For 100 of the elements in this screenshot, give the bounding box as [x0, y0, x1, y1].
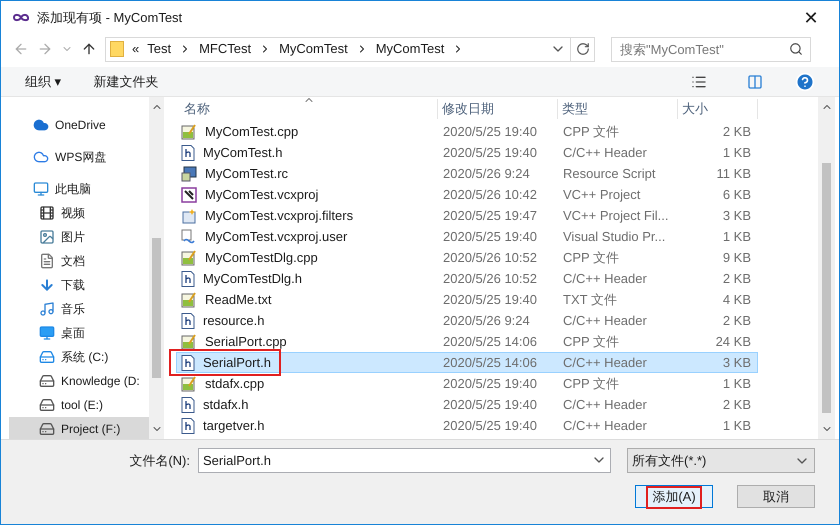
scrollbar-thumb[interactable] — [152, 238, 161, 378]
file-date: 2020/5/26 10:52 — [442, 270, 538, 288]
file-row[interactable]: SerialPort.cpp 2020/5/25 14:06 CPP 文件 24 KB — [176, 331, 758, 352]
file-date: 2020/5/25 14:06 — [442, 332, 538, 351]
file-name: MyComTest.vcxproj — [205, 186, 318, 204]
file-row[interactable]: MyComTest.vcxproj.user 2020/5/25 19:40 Visual Studio Pr... 1 KB — [176, 226, 758, 247]
drive-icon — [39, 373, 55, 389]
notepad-file-icon — [181, 250, 197, 266]
preview-pane-icon[interactable] — [747, 74, 763, 90]
project-file-icon — [181, 186, 197, 202]
file-date: 2020/5/25 19:40 — [442, 374, 538, 393]
filename-field[interactable]: SerialPort.h — [198, 448, 611, 473]
file-size: 3 KB — [722, 206, 751, 225]
column-header[interactable]: 大小 — [678, 99, 758, 119]
help-icon[interactable] — [795, 72, 815, 92]
nav-item[interactable]: WPS网盘 — [9, 145, 149, 169]
file-size: 6 KB — [722, 186, 751, 204]
address-bar[interactable]: « Test MFCTest MyComTest MyComTest — [105, 36, 595, 62]
search-icon — [789, 42, 803, 56]
search-field[interactable]: 搜索"MyComTest" — [611, 36, 811, 62]
file-row[interactable]: MyComTest.h 2020/5/25 19:40 C/C++ Header 1 KB — [176, 142, 758, 163]
file-date: 2020/5/25 19:40 — [442, 290, 538, 309]
file-row[interactable]: MyComTest.rc 2020/5/26 9:24 Resource Script 11 KB — [176, 163, 758, 184]
list-scrollbar[interactable] — [818, 97, 835, 439]
file-size: 2 KB — [722, 312, 751, 330]
filename-label: 文件名(N): — [129, 452, 190, 470]
dialog-button[interactable]: 添加(A) — [635, 485, 713, 508]
file-type: CPP 文件 — [562, 332, 620, 351]
organize-menu[interactable]: 组织 ▾ — [25, 72, 62, 92]
file-type: VC++ Project — [562, 186, 642, 204]
header-file-icon — [181, 354, 195, 370]
header-file-icon — [181, 418, 195, 434]
column-header[interactable]: 类型 — [558, 99, 678, 119]
nav-scrollbar[interactable] — [149, 97, 164, 439]
user-file-icon — [181, 228, 197, 244]
file-type-select[interactable]: 所有文件(*.*) — [627, 448, 815, 473]
image-icon — [39, 229, 55, 245]
cloud-icon — [33, 149, 49, 165]
file-row[interactable]: ReadMe.txt 2020/5/25 19:40 TXT 文件 4 KB — [176, 289, 758, 310]
notepad-file-icon — [181, 376, 197, 392]
nav-item[interactable]: 桌面 — [9, 321, 149, 345]
close-button[interactable]: ✕ — [795, 4, 827, 32]
file-date: 2020/5/25 19:40 — [442, 228, 538, 246]
dialog-button[interactable]: 取消 — [737, 485, 815, 508]
nav-item[interactable]: Project (F:) — [9, 417, 149, 439]
file-row[interactable]: MyComTest.vcxproj.filters 2020/5/25 19:47 VC++ Project Fil... 3 KB — [176, 205, 758, 226]
refresh-icon — [576, 42, 590, 56]
file-date: 2020/5/25 14:06 — [442, 354, 538, 372]
nav-item[interactable]: 图片 — [9, 225, 149, 249]
column-header[interactable]: 修改日期 — [438, 99, 558, 119]
breadcrumb[interactable]: Test — [147, 39, 172, 59]
file-row[interactable]: MyComTest.vcxproj 2020/5/26 10:42 VC++ Project 6 KB — [176, 184, 758, 205]
up-icon[interactable] — [81, 41, 97, 57]
file-name: targetver.h — [203, 416, 264, 435]
new-folder-button[interactable]: 新建文件夹 — [94, 72, 159, 92]
file-row[interactable]: MyComTestDlg.cpp 2020/5/26 10:52 CPP 文件 9 KB — [176, 247, 758, 268]
file-row[interactable]: stdafx.h 2020/5/25 19:40 C/C++ Header 2 KB — [176, 394, 758, 415]
file-size: 2 KB — [722, 396, 751, 414]
file-row[interactable]: stdafx.cpp 2020/5/25 19:40 CPP 文件 1 KB — [176, 373, 758, 394]
nav-item[interactable]: 视频 — [9, 201, 149, 225]
file-date: 2020/5/26 10:52 — [442, 248, 538, 267]
column-header[interactable]: 名称 — [176, 99, 438, 119]
header-file-icon — [181, 270, 195, 286]
file-name: ReadMe.txt — [205, 290, 272, 309]
view-options-icon[interactable] — [691, 74, 707, 90]
file-name: MyComTest.vcxproj.user — [205, 228, 348, 246]
file-date: 2020/5/25 19:40 — [442, 396, 538, 414]
file-name: SerialPort.h — [203, 354, 271, 372]
file-type: C/C++ Header — [562, 312, 648, 330]
file-row[interactable]: targetver.h 2020/5/25 19:40 C/C++ Header 1 KB — [176, 415, 758, 436]
file-name: MyComTestDlg.h — [203, 270, 302, 288]
header-file-icon — [181, 144, 195, 160]
resource-file-icon — [181, 166, 197, 182]
nav-item[interactable]: 下载 — [9, 273, 149, 297]
breadcrumb[interactable]: MyComTest — [376, 39, 444, 59]
file-date: 2020/5/25 19:40 — [442, 122, 538, 141]
scrollbar-thumb[interactable] — [822, 163, 831, 413]
breadcrumb[interactable]: MFCTest — [199, 39, 252, 59]
file-row[interactable]: MyComTest.cpp 2020/5/25 19:40 CPP 文件 2 KB — [176, 121, 758, 142]
file-row[interactable]: resource.h 2020/5/26 9:24 C/C++ Header 2 KB — [176, 310, 758, 331]
nav-item[interactable]: tool (E:) — [9, 393, 149, 417]
file-type: C/C++ Header — [562, 270, 648, 288]
filters-file-icon — [181, 208, 197, 224]
nav-item[interactable]: 文档 — [9, 249, 149, 273]
breadcrumb[interactable]: « — [132, 39, 140, 59]
file-date: 2020/5/25 19:40 — [442, 144, 538, 162]
file-type: CPP 文件 — [562, 374, 620, 393]
download-arrow-icon — [39, 277, 55, 293]
nav-item[interactable]: 音乐 — [9, 297, 149, 321]
file-type: C/C++ Header — [562, 396, 648, 414]
file-size: 1 KB — [722, 228, 751, 246]
file-row[interactable]: MyComTestDlg.h 2020/5/26 10:52 C/C++ Header 2 KB — [176, 268, 758, 289]
nav-item[interactable]: Knowledge (D: — [9, 369, 149, 393]
file-name: SerialPort.cpp — [205, 332, 287, 351]
header-file-icon — [181, 396, 195, 412]
nav-item[interactable]: 系统 (C:) — [9, 345, 149, 369]
breadcrumb[interactable]: MyComTest — [279, 39, 348, 59]
nav-item[interactable]: OneDrive — [9, 113, 149, 137]
nav-item[interactable]: 此电脑 — [9, 177, 149, 201]
file-type: C/C++ Header — [562, 416, 648, 435]
